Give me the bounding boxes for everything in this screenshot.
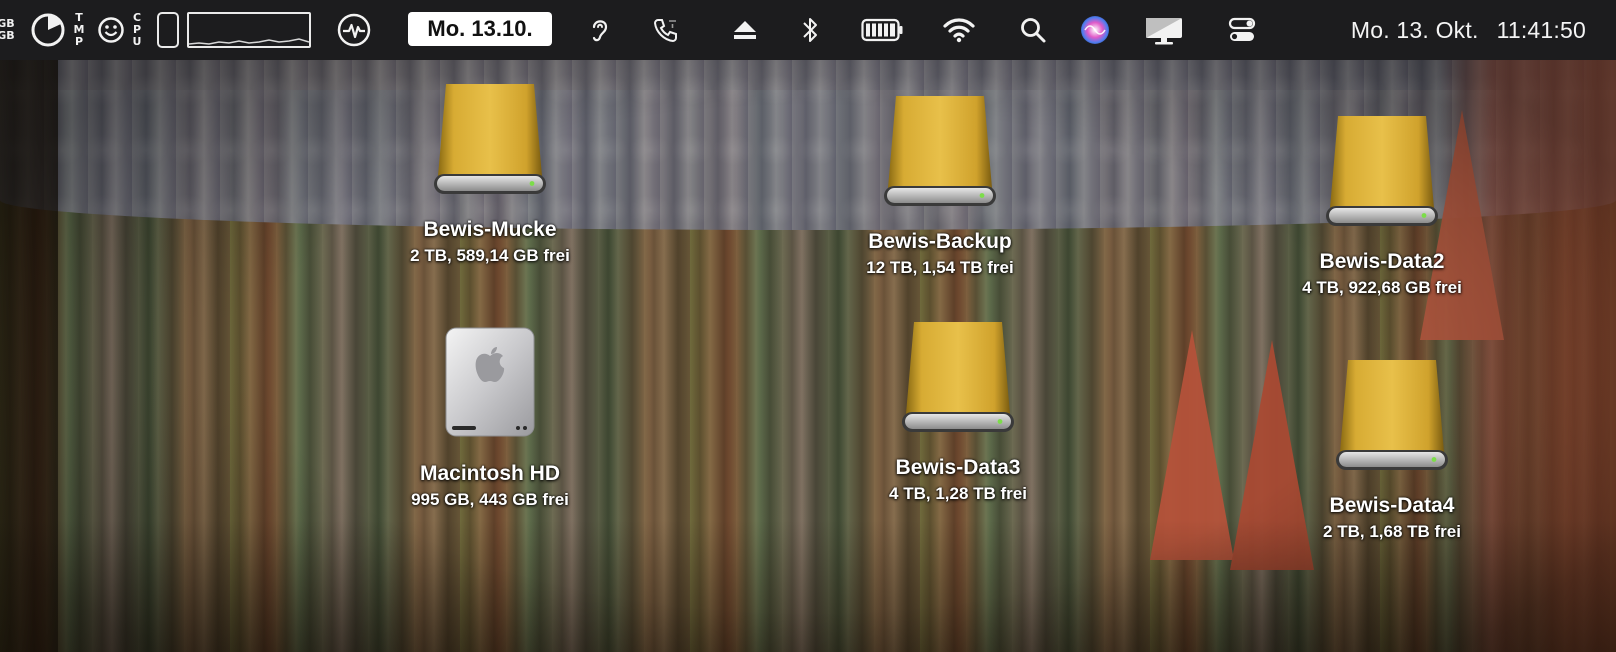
clock-time: 11:41:50 — [1496, 16, 1586, 43]
battery-icon[interactable] — [859, 0, 905, 60]
menu-bar: GB GB T M P C P U Mo. 13.10. Mo. 13. Okt… — [0, 0, 1616, 60]
cpu-letter-u: U — [132, 35, 142, 48]
external-drive-icon — [432, 82, 548, 198]
internal-drive-icon — [432, 326, 548, 442]
drive-name: Bewis-Data3 — [895, 456, 1021, 479]
phone-call-icon[interactable] — [650, 0, 682, 60]
drive-capacity: 4 TB, 1,28 TB frei — [889, 484, 1027, 503]
external-drive-icon — [1334, 358, 1450, 474]
memory-indicator[interactable]: GB GB — [0, 0, 16, 60]
desktop-background — [0, 0, 1616, 652]
display-icon[interactable] — [1143, 0, 1185, 60]
menubar-clock[interactable]: Mo. 13. Okt. 11:41:50 — [1286, 0, 1586, 60]
disk-usage-pie-icon[interactable] — [28, 0, 68, 60]
drive-bewis-mucke[interactable]: Bewis-Mucke 2 TB, 589,14 GB frei — [370, 82, 610, 266]
eject-icon[interactable] — [730, 0, 760, 60]
drive-name: Macintosh HD — [419, 462, 560, 485]
external-drive-icon — [1324, 114, 1440, 230]
date-badge[interactable]: Mo. 13.10. — [408, 12, 552, 46]
memory-label-bottom: GB — [0, 29, 15, 42]
siri-icon[interactable] — [1078, 0, 1112, 60]
drive-bewis-backup[interactable]: Bewis-Backup 12 TB, 1,54 TB frei — [820, 94, 1060, 278]
drive-capacity: 2 TB, 1,68 TB frei — [1323, 522, 1461, 541]
drive-capacity: 4 TB, 922,68 GB frei — [1302, 278, 1462, 297]
drive-name: Bewis-Data4 — [1329, 494, 1455, 517]
control-center-icon[interactable] — [1226, 0, 1258, 60]
drive-bewis-data3[interactable]: Bewis-Data3 4 TB, 1,28 TB frei — [838, 320, 1078, 504]
cpu-graph[interactable] — [187, 12, 311, 48]
external-drive-icon — [882, 94, 998, 210]
drive-name: Bewis-Backup — [868, 230, 1012, 253]
temp-letter-p: P — [74, 35, 84, 48]
drive-capacity: 12 TB, 1,54 TB frei — [866, 258, 1014, 277]
bluetooth-icon[interactable] — [797, 0, 823, 60]
drive-bewis-data4[interactable]: Bewis-Data4 2 TB, 1,68 TB frei — [1272, 358, 1512, 542]
wallpaper-vignette — [0, 0, 1616, 652]
drive-capacity: 995 GB, 443 GB frei — [411, 490, 569, 509]
spotlight-search-icon[interactable] — [1017, 0, 1049, 60]
drive-name: Bewis-Data2 — [1319, 250, 1445, 273]
drive-bewis-data2[interactable]: Bewis-Data2 4 TB, 922,68 GB frei — [1262, 114, 1502, 298]
drive-macintosh-hd[interactable]: Macintosh HD 995 GB, 443 GB frei — [370, 326, 610, 510]
smiley-icon[interactable] — [96, 0, 126, 60]
activity-monitor-icon[interactable] — [334, 0, 374, 60]
wifi-icon[interactable] — [939, 0, 979, 60]
clock-date: Mo. 13. Okt. — [1350, 16, 1479, 43]
cpu-indicator[interactable]: C P U — [130, 0, 144, 60]
drive-name: Bewis-Mucke — [423, 218, 557, 241]
hearing-icon[interactable] — [585, 0, 615, 60]
external-drive-icon — [900, 320, 1016, 436]
phone-outline-icon[interactable] — [157, 12, 179, 48]
temperature-indicator[interactable]: T M P — [72, 0, 86, 60]
drive-capacity: 2 TB, 589,14 GB frei — [410, 246, 570, 265]
